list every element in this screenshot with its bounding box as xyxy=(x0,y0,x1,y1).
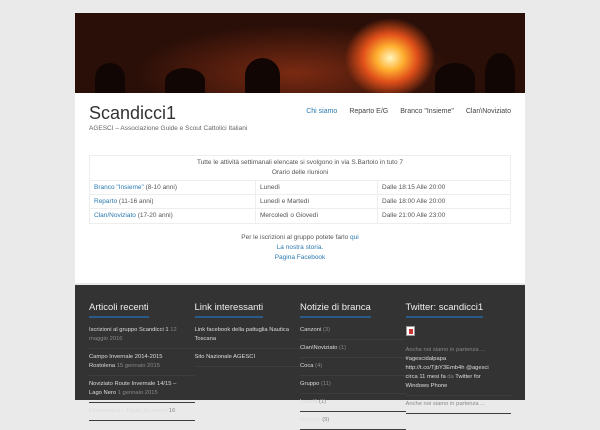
day: Lunedì e Martedì xyxy=(256,195,378,208)
schedule-intro: Tutte le attività settimanali elencate s… xyxy=(196,159,404,166)
category-name[interactable]: Gruppo xyxy=(300,381,319,387)
footer: Articoli recenti Iscrizioni al gruppo Sc… xyxy=(75,285,525,430)
widget-title: Twitter: scandicci1 xyxy=(405,302,484,318)
widget-title: Notizie di branca xyxy=(300,302,371,318)
age-range: (8-10 anni) xyxy=(143,184,178,191)
signup-text: Per le iscrizioni al gruppo potete farlo xyxy=(241,234,351,241)
age-range: (11-16 anni) xyxy=(117,198,154,205)
list-item[interactable]: Campo Invernale 2014-2015 Rostolena 15 g… xyxy=(89,353,195,376)
tweet: Anche noi siamo in partenza ... xyxy=(405,400,511,414)
twitter-avatar-icon[interactable] xyxy=(405,326,415,336)
reparto-link[interactable]: Reparto xyxy=(94,198,117,205)
schedule-subtitle: Orario delle riunioni xyxy=(271,169,329,176)
list-item[interactable]: Iscrizioni al gruppo Scandicci 1 12 magg… xyxy=(89,326,195,349)
list-item[interactable]: Gruppo (11) xyxy=(300,380,406,394)
list-item[interactable]: Coca (4) xyxy=(300,362,406,376)
list-item[interactable]: Pionieristica – Ripari da lavoro 16 xyxy=(89,407,195,421)
category-count: (9) xyxy=(322,417,330,423)
header-image xyxy=(75,13,525,93)
table-row: Clan/Noviziato (17-20 anni) Mercoledì o … xyxy=(90,209,510,223)
day: Lunedì xyxy=(256,181,378,194)
tweet-intro: Anche noi siamo in partenza ... xyxy=(405,347,486,353)
category-count: (4) xyxy=(315,363,323,369)
time: Dalle 18:15 Alle 20:00 xyxy=(382,184,446,191)
category-count: (3) xyxy=(322,327,330,333)
main-nav: Chi siamo Reparto E/G Branco "Insieme" C… xyxy=(306,108,511,115)
branco-link[interactable]: Branco "Insieme" xyxy=(94,184,144,191)
site-title[interactable]: Scandicci1 xyxy=(89,103,176,124)
info-links: Per le iscrizioni al gruppo potete farlo… xyxy=(75,233,525,263)
site-description: AGESCI – Associazione Guide e Scout Catt… xyxy=(89,125,248,132)
clan-link[interactable]: Clan/Noviziato xyxy=(94,212,136,219)
recent-posts-widget: Articoli recenti Iscrizioni al gruppo Sc… xyxy=(89,297,195,421)
categories-widget: Notizie di branca Canzoni (3) Clan\Noviz… xyxy=(300,297,406,430)
tweet-via: da xyxy=(447,374,454,380)
nav-branco[interactable]: Branco "Insieme" xyxy=(400,108,454,115)
category-name[interactable]: Coca xyxy=(300,363,314,369)
tweet-time[interactable]: circa 11 mesi fa xyxy=(406,374,446,380)
table-row: Reparto (11-16 anni) Lunedì e Martedì Da… xyxy=(90,195,510,209)
tweet-body[interactable]: #agescidalpapa http://t.co/TjbY3Emb4h @a… xyxy=(406,355,506,373)
main-content: Scandicci1 AGESCI – Associazione Guide e… xyxy=(75,93,525,283)
signup-link[interactable]: qui xyxy=(350,234,359,241)
list-item[interactable]: Link facebook della pattuglia Nautica To… xyxy=(194,326,300,349)
list-item[interactable]: Canzoni (3) xyxy=(300,326,406,340)
list-item[interactable]: Sito Nazionale AGESCI xyxy=(194,353,300,367)
list-item[interactable]: Clan\Noviziato (1) xyxy=(300,344,406,358)
post-date: 15 gennaio 2015 xyxy=(116,363,160,369)
tweet: Anche noi siamo in partenza ... #agescid… xyxy=(405,346,511,396)
post-date: 16 xyxy=(168,408,176,414)
widget-title: Articoli recenti xyxy=(89,302,149,318)
list-item[interactable]: Reparto (9) xyxy=(300,416,406,430)
links-widget: Link interessanti Link facebook della pa… xyxy=(194,297,300,400)
nav-clan[interactable]: Clan\Noviziato xyxy=(466,108,511,115)
list-item[interactable]: Lupetti (1) xyxy=(300,398,406,412)
twitter-widget: Twitter: scandicci1 Anche noi siamo in p… xyxy=(405,297,511,414)
post-date: 1 gennaio 2015 xyxy=(117,390,158,396)
schedule-table: Tutte le attività settimanali elencate s… xyxy=(89,155,511,224)
post-title[interactable]: Pionieristica – Ripari da lavoro xyxy=(89,408,167,414)
nav-chi-siamo[interactable]: Chi siamo xyxy=(306,108,337,115)
day: Mercoledì o Giovedì xyxy=(256,209,378,223)
category-count: (11) xyxy=(320,381,331,387)
category-name[interactable]: Reparto xyxy=(300,417,321,423)
age-range: (17-20 anni) xyxy=(135,212,173,219)
category-count: (1) xyxy=(339,345,347,351)
nav-reparto[interactable]: Reparto E/G xyxy=(349,108,388,115)
facebook-link[interactable]: Pagina Facebook xyxy=(275,254,326,261)
story-link[interactable]: La nostra storia. xyxy=(277,244,324,251)
table-row: Branco "Insieme" (8-10 anni) Lunedì Dall… xyxy=(90,181,510,195)
category-name[interactable]: Clan\Noviziato xyxy=(300,345,337,351)
widget-title: Link interessanti xyxy=(194,302,264,318)
time: Dalle 18:00 Alle 20:00 xyxy=(382,198,446,205)
time: Dalle 21:00 Alle 23:00 xyxy=(382,212,446,219)
post-title[interactable]: Iscrizioni al gruppo Scandicci 1 xyxy=(89,327,169,333)
category-name[interactable]: Canzoni xyxy=(300,327,321,333)
